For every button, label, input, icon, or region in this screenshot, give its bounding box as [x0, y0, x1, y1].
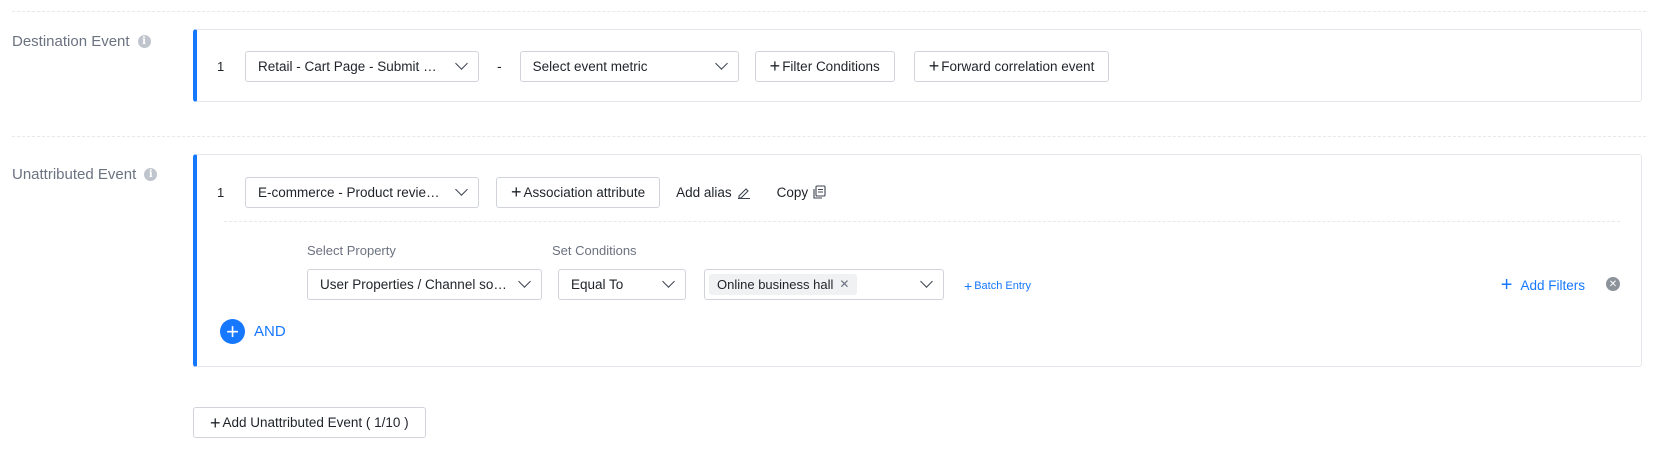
condition-select-value: Equal To — [571, 276, 624, 292]
condition-select[interactable]: Equal To — [558, 268, 686, 300]
attribution-config-panel: Destination Event i 1 Retail - Cart Page… — [0, 0, 1658, 454]
forward-correlation-label: Forward correlation event — [941, 58, 1095, 74]
batch-entry-button[interactable]: + Batch Entry — [964, 278, 1031, 294]
filter-row: User Properties / Channel source Equal T… — [307, 268, 1031, 300]
info-icon[interactable]: i — [137, 35, 151, 48]
forward-correlation-button[interactable]: + Forward correlation event — [913, 50, 1110, 82]
add-unattributed-event-button[interactable]: + Add Unattributed Event ( 1/10 ) — [193, 407, 426, 438]
copy-icon — [813, 185, 826, 199]
chevron-down-icon — [920, 275, 933, 288]
value-multiselect[interactable]: Online business hall ✕ — [704, 268, 944, 300]
batch-entry-label: Batch Entry — [974, 280, 1032, 292]
value-tag: Online business hall ✕ — [709, 273, 858, 295]
unattributed-event-title: Unattributed Event — [12, 166, 137, 183]
chevron-down-icon — [455, 183, 468, 196]
plus-icon: + — [769, 56, 781, 76]
select-property-label: Select Property — [307, 243, 396, 258]
set-conditions-label: Set Conditions — [552, 243, 637, 258]
destination-event-row: 1 Retail - Cart Page - Submit Orde... - … — [217, 50, 1110, 82]
event-metric-select[interactable]: Select event metric — [519, 50, 739, 82]
plus-icon: + — [511, 182, 522, 202]
copy-button[interactable]: Copy — [777, 185, 827, 200]
and-label: AND — [254, 323, 286, 340]
remove-filter-icon[interactable]: ✕ — [1606, 277, 1620, 291]
add-unattributed-event-label: Add Unattributed Event ( 1/10 ) — [222, 415, 409, 430]
association-attribute-button[interactable]: + Association attribute — [496, 176, 661, 208]
association-attribute-label: Association attribute — [523, 184, 646, 200]
plus-icon: + — [210, 412, 221, 433]
chevron-down-icon — [662, 275, 675, 288]
inner-divider — [224, 221, 1620, 222]
unattributed-event-select[interactable]: E-commerce - Product review p... — [245, 176, 479, 208]
filter-conditions-label: Filter Conditions — [782, 58, 880, 74]
add-alias-label: Add alias — [676, 184, 732, 200]
unattributed-event-row: 1 E-commerce - Product review p... + Ass… — [217, 176, 826, 208]
unattributed-event-label: Unattributed Event i — [12, 166, 158, 183]
filter-conditions-button[interactable]: + Filter Conditions — [754, 50, 895, 82]
plus-icon: + — [964, 278, 973, 294]
destination-event-select[interactable]: Retail - Cart Page - Submit Orde... — [245, 50, 479, 82]
chevron-down-icon — [714, 57, 728, 70]
property-select-value: User Properties / Channel source — [320, 276, 510, 292]
and-button[interactable]: + AND — [220, 319, 286, 344]
unattributed-event-select-value: E-commerce - Product review p... — [258, 184, 447, 200]
plus-circle-icon: + — [220, 319, 245, 344]
chevron-down-icon — [455, 57, 468, 70]
destination-event-select-value: Retail - Cart Page - Submit Orde... — [258, 58, 447, 74]
close-icon[interactable]: ✕ — [839, 277, 849, 291]
destination-event-card: 1 Retail - Cart Page - Submit Orde... - … — [193, 29, 1642, 102]
info-icon[interactable]: i — [144, 168, 158, 181]
destination-event-title: Destination Event — [12, 33, 130, 50]
property-select[interactable]: User Properties / Channel source — [307, 268, 542, 300]
section-divider — [12, 136, 1646, 137]
unattributed-event-card: 1 E-commerce - Product review p... + Ass… — [193, 154, 1642, 367]
destination-row-index: 1 — [217, 58, 225, 74]
value-tag-label: Online business hall — [717, 276, 834, 292]
top-divider — [12, 11, 1646, 12]
destination-event-label: Destination Event i — [12, 33, 151, 50]
add-filters-label: Add Filters — [1520, 277, 1585, 293]
plus-icon: + — [928, 56, 940, 76]
add-filters-button[interactable]: + Add Filters — [1501, 275, 1585, 295]
chevron-down-icon — [518, 275, 531, 288]
unattributed-row-index: 1 — [217, 184, 225, 200]
pencil-icon — [737, 188, 750, 199]
event-metric-placeholder: Select event metric — [532, 58, 648, 74]
add-alias-button[interactable]: Add alias — [676, 185, 751, 200]
plus-icon: + — [1500, 274, 1513, 296]
copy-label: Copy — [776, 184, 809, 200]
separator-dash: - — [497, 58, 502, 74]
